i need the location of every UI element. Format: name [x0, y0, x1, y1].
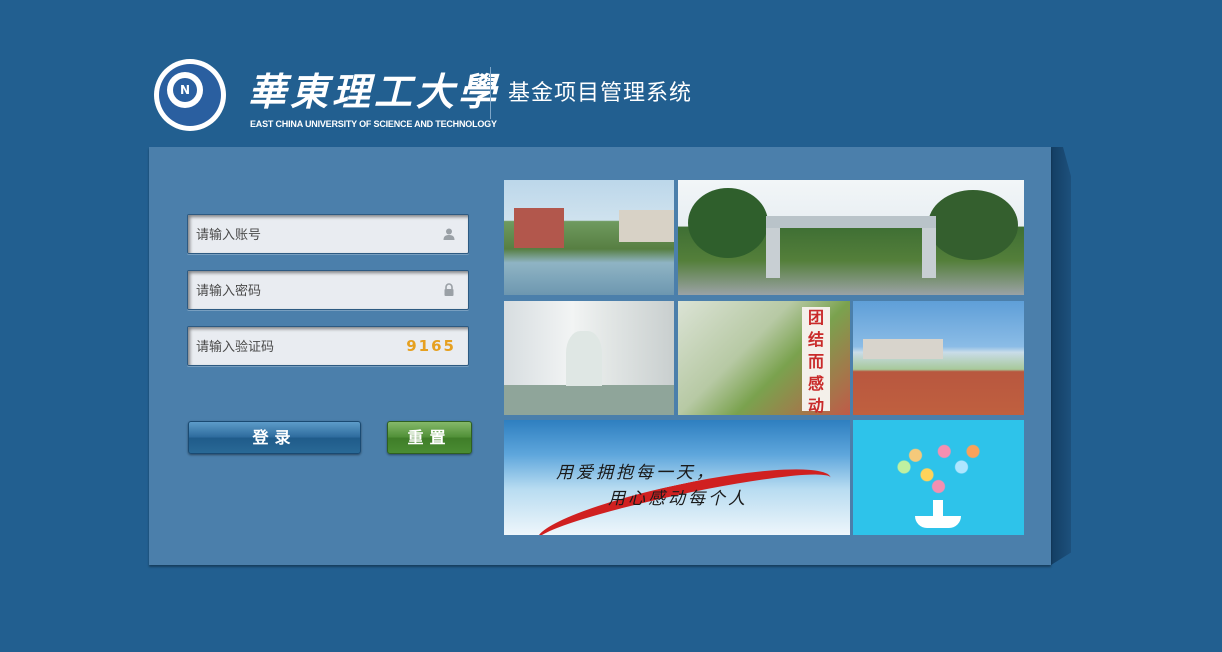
university-name-cn: 華東理工大學: [248, 69, 501, 114]
photo-gate-pillar: [922, 228, 936, 278]
vertical-banner: 团结而感动: [802, 307, 830, 415]
login-button[interactable]: 登录: [188, 421, 361, 454]
header: N 華東理工大學 EAST CHINA UNIVERSITY OF SCIENC…: [150, 55, 850, 135]
banner-char: 团: [807, 308, 824, 327]
system-title: 基金项目管理系统: [508, 81, 693, 106]
header-divider: [490, 67, 491, 119]
slogan-line-2: 用心感动每个人: [608, 489, 748, 509]
campus-photo-buildings: [504, 180, 674, 295]
heart-tree-icon: [881, 428, 996, 506]
password-field[interactable]: [187, 270, 469, 310]
photo-ground: [504, 385, 674, 415]
captcha-code[interactable]: 9165: [406, 337, 456, 355]
banner-char: 动: [807, 396, 824, 415]
photo-tree: [688, 188, 768, 258]
slogan-line-1: 用爱拥抱每一天，: [556, 463, 716, 483]
captcha-field[interactable]: 9165: [187, 326, 469, 366]
campus-photo-banner: 团结而感动: [678, 301, 850, 415]
slogan-banner-image: 用爱拥抱每一天， 用心感动每个人: [504, 420, 850, 535]
hands-icon: [915, 516, 961, 528]
campus-photo-courtyard: [504, 301, 674, 415]
university-logo: N: [154, 59, 226, 131]
captcha-input[interactable]: [194, 337, 398, 357]
photo-tree: [928, 190, 1018, 260]
user-icon: [443, 228, 455, 240]
panel-side-shadow: [1051, 147, 1071, 565]
password-input[interactable]: [194, 281, 398, 301]
campus-photo-stadium: [853, 301, 1024, 415]
logo-emblem: N: [173, 78, 197, 102]
username-field[interactable]: [187, 214, 469, 254]
reset-button[interactable]: 重置: [387, 421, 472, 454]
campus-photo-gate: [678, 180, 1024, 295]
banner-text: 团结而感动: [802, 307, 830, 415]
photo-hall: [863, 339, 943, 359]
photo-gate-beam: [766, 216, 936, 228]
photo-building: [514, 208, 564, 248]
photo-gate-pillar: [766, 228, 780, 278]
banner-char: 感: [807, 374, 824, 393]
username-input[interactable]: [194, 225, 398, 245]
heart-tree-image: [853, 420, 1024, 535]
banner-char: 而: [807, 352, 824, 371]
lock-icon: [444, 283, 454, 296]
photo-sculpture: [566, 331, 602, 386]
banner-char: 结: [807, 330, 824, 349]
university-name-en: EAST CHINA UNIVERSITY OF SCIENCE AND TEC…: [250, 119, 497, 129]
photo-building: [619, 210, 674, 242]
